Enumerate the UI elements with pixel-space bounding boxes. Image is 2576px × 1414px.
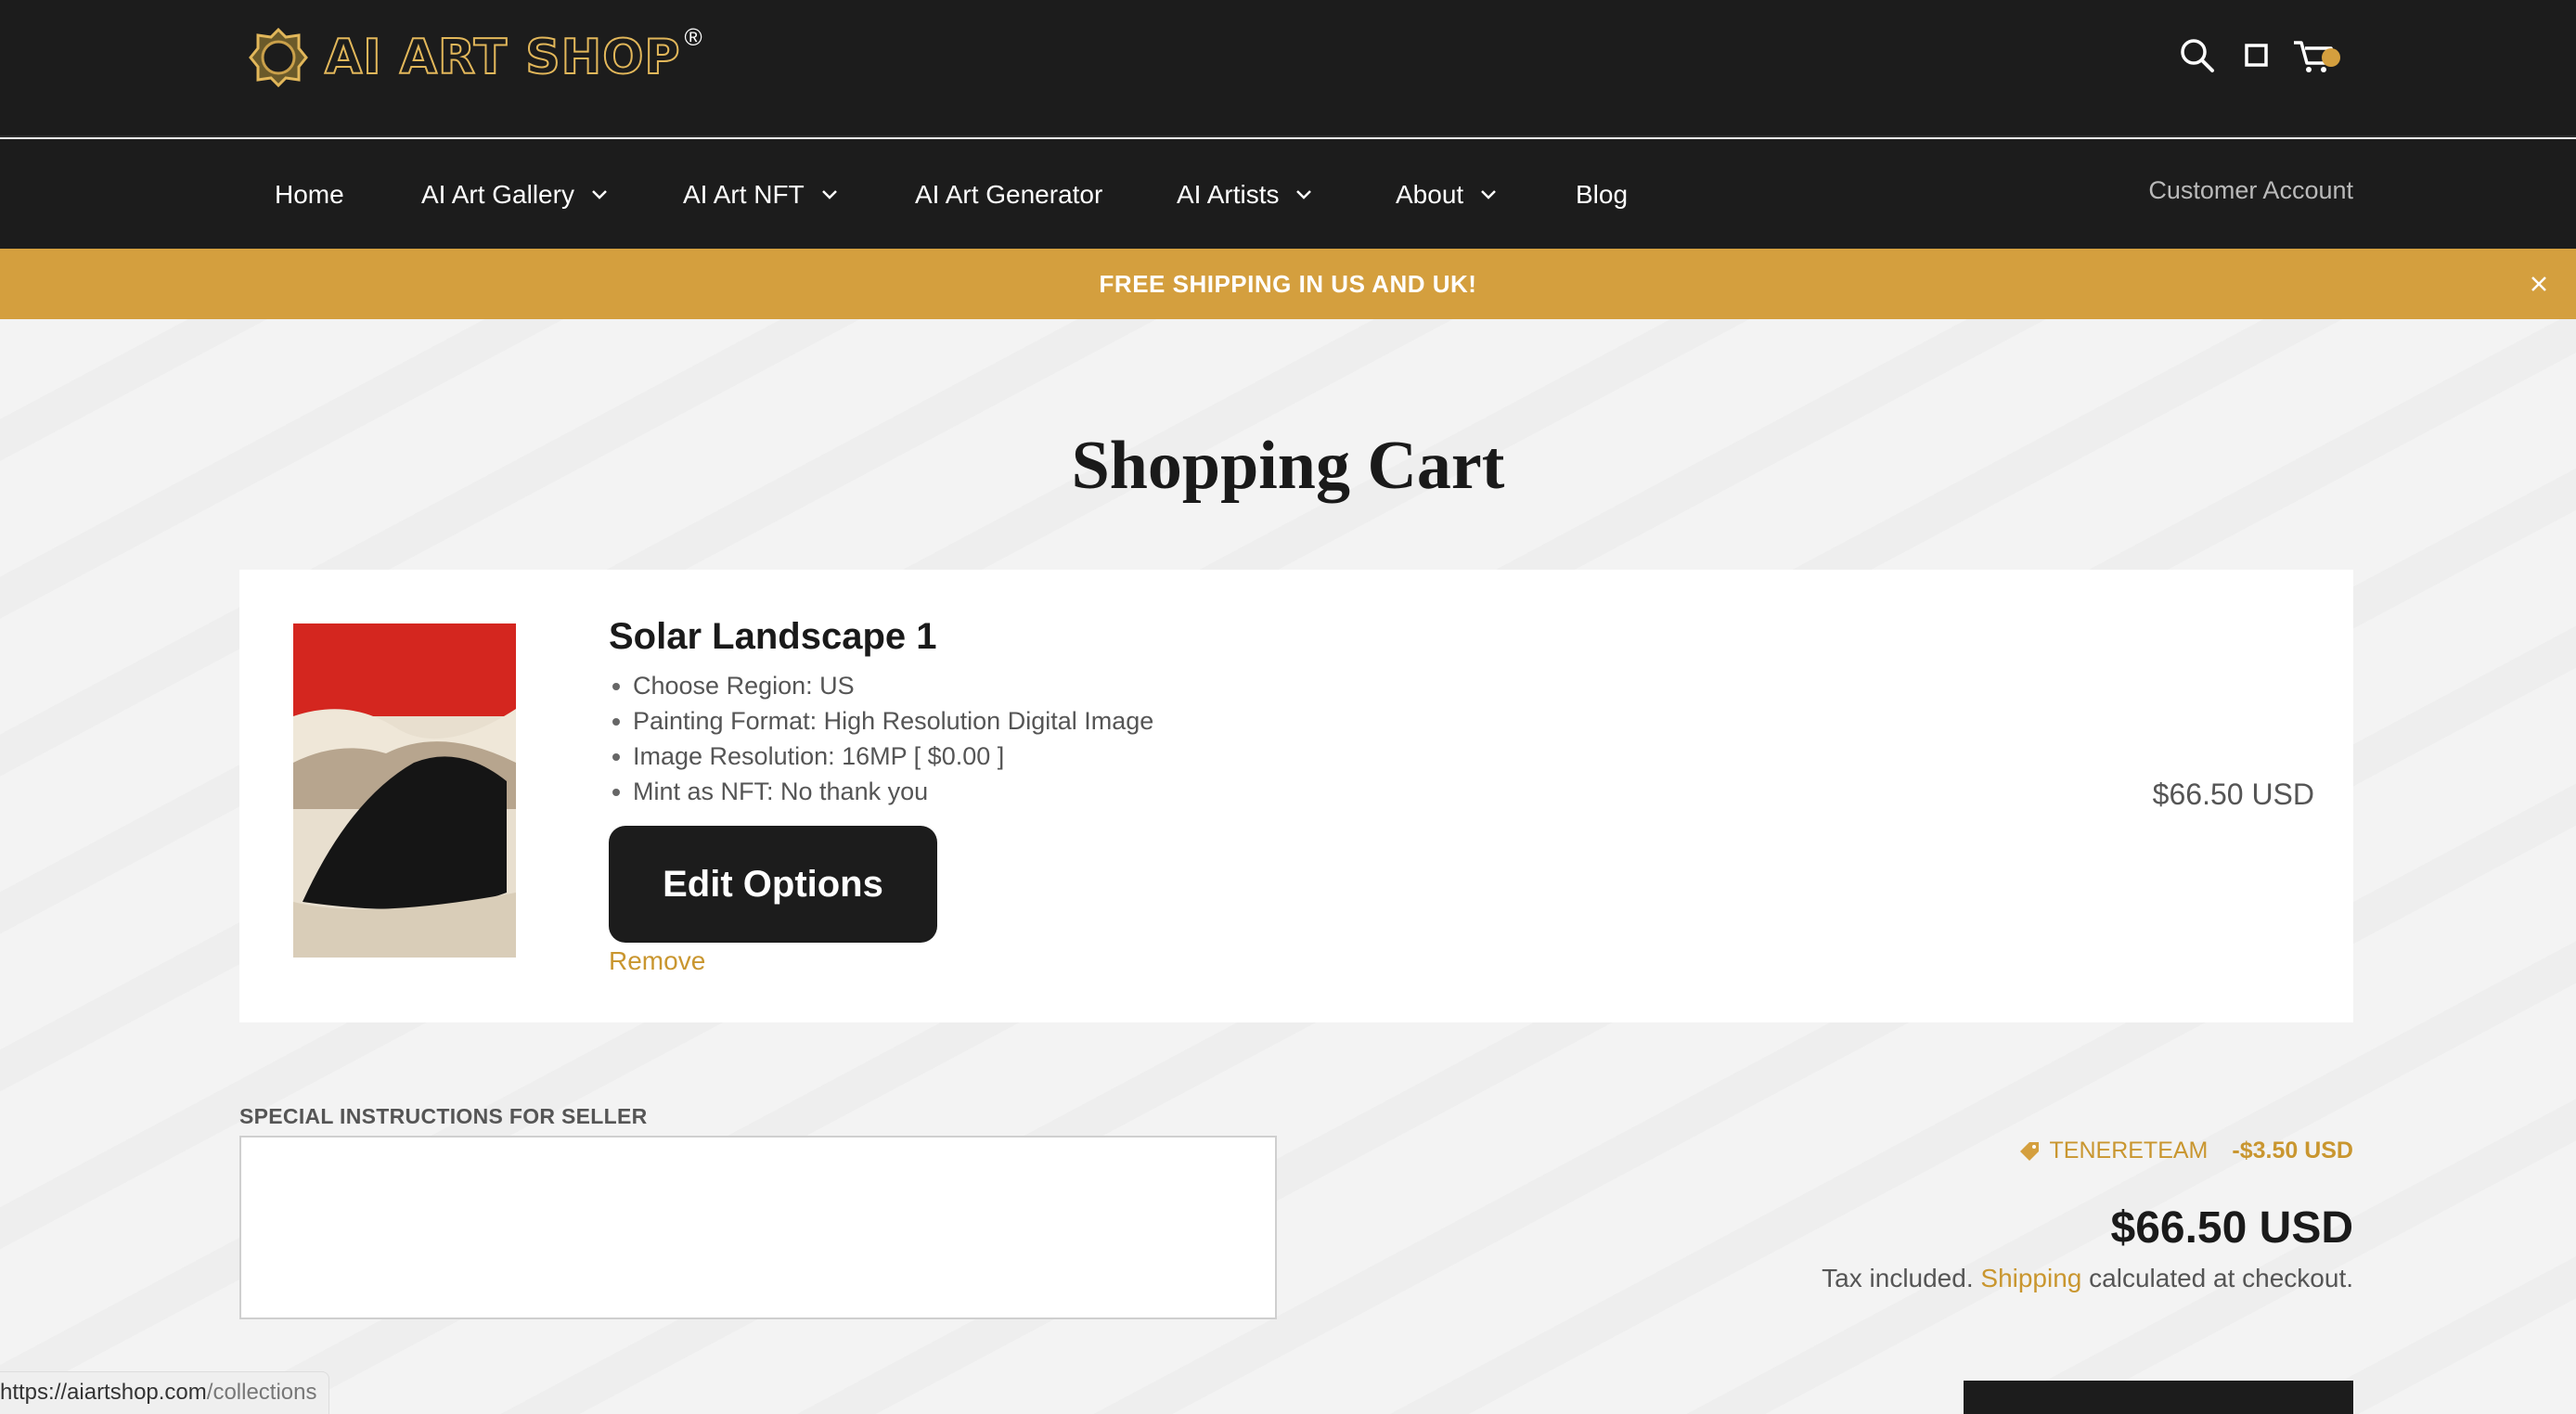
chevron-down-icon xyxy=(1296,190,1312,199)
nav-label: Home xyxy=(275,180,344,209)
close-icon[interactable] xyxy=(2524,269,2554,299)
option-item: Image Resolution: 16MP [ $0.00 ] xyxy=(609,739,1153,774)
notes-label: SPECIAL INSTRUCTIONS FOR SELLER xyxy=(239,1104,648,1128)
chevron-down-icon xyxy=(821,190,837,199)
discount-code: TENERETEAM xyxy=(2049,1138,2209,1163)
nav-label: AI Artists xyxy=(1177,180,1280,209)
chevron-down-icon xyxy=(592,190,607,199)
nav-label: About xyxy=(1396,180,1464,209)
cart-total: $66.50 USD xyxy=(2110,1203,2354,1253)
nav-blog[interactable]: Blog xyxy=(1576,176,1628,213)
cart-icon[interactable] xyxy=(2292,35,2344,76)
main-nav: Home AI Art Gallery AI Art NFT AI Art Ge… xyxy=(0,139,2576,249)
status-url-host: https://aiartshop.com xyxy=(0,1380,207,1405)
discount-line: TENERETEAM -$3.50 USD xyxy=(2018,1138,2353,1164)
tax-note: Tax included. Shipping calculated at che… xyxy=(1822,1264,2353,1293)
nav-label: AI Art Generator xyxy=(915,180,1103,209)
nav-ai-art-gallery[interactable]: AI Art Gallery xyxy=(421,176,608,213)
promo-banner: FREE SHIPPING IN US AND UK! xyxy=(0,249,2576,319)
nav-label: AI Art NFT xyxy=(683,180,805,209)
nav-ai-art-nft[interactable]: AI Art NFT xyxy=(683,176,838,213)
edit-options-button[interactable]: Edit Options xyxy=(609,826,937,943)
checkout-button[interactable] xyxy=(1964,1381,2353,1414)
nav-ai-art-generator[interactable]: AI Art Generator xyxy=(915,176,1102,213)
promo-text: FREE SHIPPING IN US AND UK! xyxy=(1099,269,1477,298)
tax-prefix: Tax included. xyxy=(1822,1264,1974,1292)
product-thumbnail[interactable] xyxy=(293,623,516,958)
cart-item: Solar Landscape 1 Choose Region: US Pain… xyxy=(239,570,2353,1022)
nav-home[interactable]: Home xyxy=(275,176,344,213)
top-header: AI ART SHOP ® xyxy=(0,0,2576,137)
logo-mark-icon xyxy=(249,27,308,88)
nav-about[interactable]: About xyxy=(1396,176,1497,213)
remove-link[interactable]: Remove xyxy=(609,946,705,976)
chevron-down-icon xyxy=(1481,190,1497,199)
status-url-path: /collections xyxy=(206,1380,317,1405)
browser-status-bar: https://aiartshop.com/collections xyxy=(0,1371,329,1414)
square-icon[interactable] xyxy=(2236,35,2277,76)
page-title: Shopping Cart xyxy=(1071,428,1505,504)
discount-amount: -$3.50 USD xyxy=(2232,1138,2353,1163)
option-item: Choose Region: US xyxy=(609,668,1153,703)
shipping-link[interactable]: Shipping xyxy=(1980,1264,2081,1292)
option-item: Mint as NFT: No thank you xyxy=(609,774,1153,809)
item-price: $66.50 USD xyxy=(2152,778,2314,811)
special-instructions-input[interactable] xyxy=(239,1136,1277,1319)
nav-ai-artists[interactable]: AI Artists xyxy=(1177,176,1312,213)
product-options: Choose Region: US Painting Format: High … xyxy=(609,668,1153,809)
option-item: Painting Format: High Resolution Digital… xyxy=(609,703,1153,739)
nav-label: AI Art Gallery xyxy=(421,180,574,209)
customer-account-link[interactable]: Customer Account xyxy=(2148,176,2353,205)
site-logo[interactable]: AI ART SHOP ® xyxy=(245,22,702,93)
product-name[interactable]: Solar Landscape 1 xyxy=(609,616,936,658)
logo-registered-mark: ® xyxy=(684,22,702,51)
logo-text: AI ART SHOP xyxy=(324,29,681,86)
nav-label: Blog xyxy=(1576,180,1629,209)
tax-suffix: calculated at checkout. xyxy=(2089,1264,2353,1292)
search-icon[interactable] xyxy=(2177,35,2218,76)
tag-icon xyxy=(2019,1141,2039,1161)
